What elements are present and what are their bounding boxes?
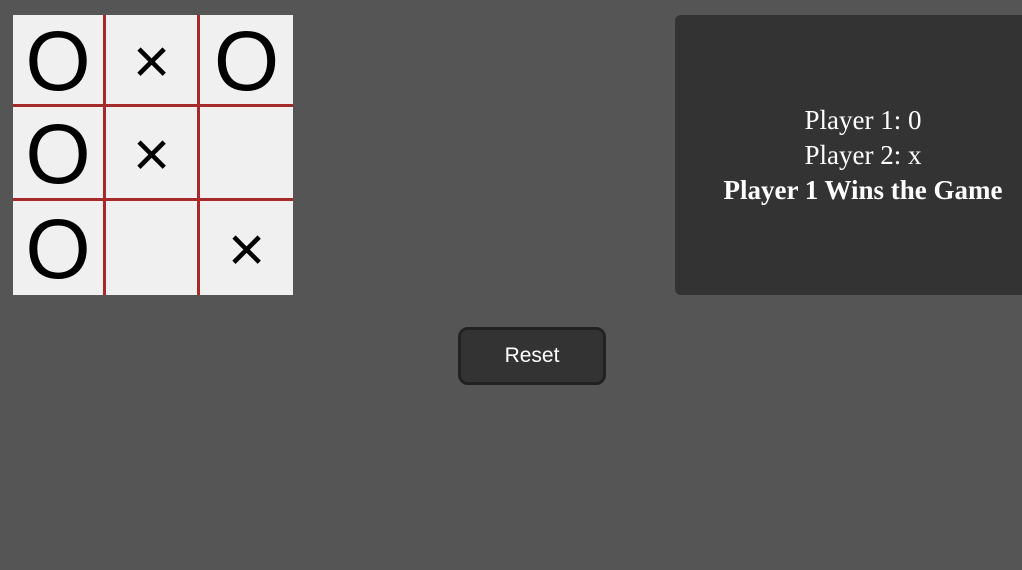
cell-2-2[interactable]: × xyxy=(200,201,293,295)
cell-mark: × xyxy=(132,117,171,190)
cell-2-0[interactable]: O xyxy=(13,201,106,295)
cell-0-2[interactable]: O xyxy=(200,15,293,107)
cell-2-1[interactable] xyxy=(106,201,200,295)
cell-0-0[interactable]: O xyxy=(13,15,106,107)
game-board: O × O O × O × xyxy=(13,15,293,295)
cell-mark: O xyxy=(25,13,91,108)
cell-1-1[interactable]: × xyxy=(106,107,200,201)
player2-status: Player 2: x xyxy=(804,139,922,170)
cell-mark: O xyxy=(213,13,280,108)
game-result: Player 1 Wins the Game xyxy=(723,174,1003,205)
reset-button[interactable]: Reset xyxy=(458,327,606,385)
cell-0-1[interactable]: × xyxy=(106,15,200,107)
player1-status: Player 1: 0 xyxy=(804,104,922,135)
cell-1-2[interactable] xyxy=(200,107,293,201)
cell-mark: O xyxy=(25,106,91,201)
info-panel: Player 1: 0 Player 2: x Player 1 Wins th… xyxy=(675,15,1022,295)
cell-mark: × xyxy=(132,24,171,97)
cell-mark: × xyxy=(227,213,266,285)
cell-mark: O xyxy=(25,202,91,296)
cell-1-0[interactable]: O xyxy=(13,107,106,201)
